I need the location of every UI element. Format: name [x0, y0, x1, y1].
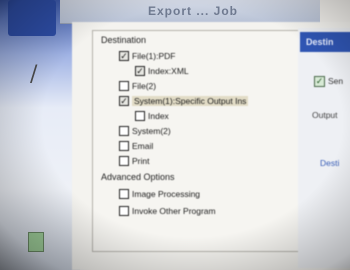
background-window-thumbnail: [28, 232, 44, 252]
tree-item-label: Index:XML: [148, 66, 189, 76]
tree-item-print[interactable]: Print: [119, 154, 149, 168]
tree-item-index[interactable]: Index: [135, 109, 169, 123]
option-label: Image Processing: [132, 189, 201, 199]
dialog-title-bar: Export ... Job: [60, 0, 320, 24]
checkbox-print[interactable]: [119, 156, 129, 166]
advanced-options-title: Advanced Options: [101, 172, 175, 182]
tree-item-file2[interactable]: File(2): [119, 79, 156, 93]
checkbox-file1-pdf[interactable]: ✓: [119, 51, 129, 61]
tree-item-system1[interactable]: ✓ System(1):Specific Output Ins: [119, 94, 249, 108]
checkbox-send[interactable]: ✓: [314, 76, 325, 87]
tree-item-index-xml[interactable]: ✓ Index:XML: [135, 64, 189, 78]
screen-photo: / Export ... Job Destination ✓ File(1):P…: [0, 0, 350, 270]
tree-item-label: File(2): [132, 81, 157, 91]
tree-item-email[interactable]: Email: [119, 139, 153, 153]
tree-item-label: System(2): [132, 126, 171, 136]
dialog-title: Export ... Job: [148, 4, 239, 18]
checkbox-image-processing[interactable]: [119, 189, 129, 199]
tree-item-label: Index: [148, 111, 169, 121]
tree-item-label: Email: [132, 141, 154, 151]
checkbox-index[interactable]: [135, 111, 145, 121]
checkbox-file2[interactable]: [119, 81, 129, 91]
option-invoke-other-program[interactable]: Invoke Other Program: [119, 204, 216, 218]
tree-item-label: System(1):Specific Output Ins: [132, 96, 249, 106]
send-label: Sen: [328, 76, 344, 86]
checkbox-system2[interactable]: [119, 126, 129, 136]
destination-group-title: Destination: [101, 35, 147, 45]
checkbox-email[interactable]: [119, 141, 129, 151]
tree-item-label: File(1):PDF: [132, 51, 176, 61]
destination-link[interactable]: Desti: [320, 158, 339, 168]
output-label: Output: [312, 110, 338, 120]
option-image-processing[interactable]: Image Processing: [119, 187, 200, 201]
checkbox-system1[interactable]: ✓: [119, 96, 129, 106]
tab-destination[interactable]: Destin: [300, 32, 350, 52]
tree-item-label: Print: [132, 156, 150, 166]
checkbox-invoke-other-program[interactable]: [119, 206, 129, 216]
export-dialog: Destination ✓ File(1):PDF ✓ Index:XML Fi…: [72, 22, 350, 270]
checkbox-index-xml[interactable]: ✓: [135, 66, 145, 76]
destination-settings-panel: Destin ✓ Sen Output Desti: [298, 28, 350, 268]
destination-group: Destination ✓ File(1):PDF ✓ Index:XML Fi…: [92, 30, 302, 252]
background-window: /: [0, 0, 80, 270]
tree-item-file1-pdf[interactable]: ✓ File(1):PDF: [119, 49, 175, 63]
tree-item-system2[interactable]: System(2): [119, 124, 171, 138]
background-window-titlebar: [8, 0, 56, 36]
option-label: Invoke Other Program: [132, 206, 216, 216]
background-window-glyph: /: [30, 62, 38, 87]
